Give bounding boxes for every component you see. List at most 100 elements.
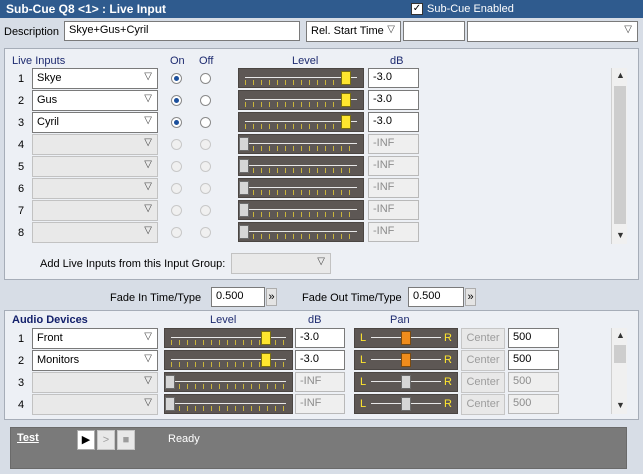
- audio-device-select[interactable]: ▽: [32, 372, 158, 393]
- live-input-on-radio[interactable]: [171, 161, 182, 172]
- audio-devices-scrollbar[interactable]: ▲ ▼: [611, 328, 627, 414]
- scrollbar-thumb[interactable]: [614, 345, 626, 363]
- live-input-on-radio[interactable]: [171, 73, 182, 84]
- fader-knob[interactable]: [261, 353, 271, 367]
- fader-knob[interactable]: [239, 225, 249, 239]
- live-input-off-radio[interactable]: [200, 183, 211, 194]
- pan-fader[interactable]: L R: [354, 328, 458, 348]
- pan-fader[interactable]: L R: [354, 350, 458, 370]
- live-input-db-field[interactable]: -3.0: [368, 112, 419, 132]
- rel-start-time-select[interactable]: Rel. Start Time ▽: [306, 21, 401, 42]
- fade-out-type-button[interactable]: »: [465, 288, 476, 306]
- pan-knob[interactable]: [401, 375, 411, 389]
- live-input-select[interactable]: ▽: [32, 200, 158, 221]
- live-input-on-radio[interactable]: [171, 205, 182, 216]
- live-input-off-radio[interactable]: [200, 139, 211, 150]
- fader-knob[interactable]: [341, 115, 351, 129]
- input-group-select[interactable]: ▽: [231, 253, 331, 274]
- live-input-level-fader[interactable]: [238, 178, 364, 198]
- live-input-select[interactable]: Cyril ▽: [32, 112, 158, 133]
- pan-center-button[interactable]: Center: [461, 350, 505, 371]
- audio-device-select[interactable]: Front ▽: [32, 328, 158, 349]
- fader-knob[interactable]: [165, 397, 175, 411]
- live-input-db-field[interactable]: -INF: [368, 134, 419, 154]
- scroll-down-icon[interactable]: ▼: [616, 400, 625, 410]
- audio-device-select[interactable]: Monitors ▽: [32, 350, 158, 371]
- live-input-off-radio[interactable]: [200, 73, 211, 84]
- scroll-down-icon[interactable]: ▼: [616, 230, 625, 240]
- audio-device-level-fader[interactable]: [164, 372, 293, 392]
- live-input-select[interactable]: Skye ▽: [32, 68, 158, 89]
- audio-device-db-field[interactable]: -INF: [295, 394, 345, 414]
- fader-knob[interactable]: [341, 71, 351, 85]
- pan-knob[interactable]: [401, 353, 411, 367]
- pan-fader[interactable]: L R: [354, 372, 458, 392]
- live-input-level-fader[interactable]: [238, 156, 364, 176]
- fade-in-input[interactable]: 0.500: [211, 287, 265, 307]
- live-input-off-radio[interactable]: [200, 205, 211, 216]
- live-input-level-fader[interactable]: [238, 134, 364, 154]
- pan-value-field[interactable]: 500: [508, 328, 559, 348]
- fade-in-type-button[interactable]: »: [266, 288, 277, 306]
- pan-knob[interactable]: [401, 397, 411, 411]
- live-input-db-field[interactable]: -INF: [368, 178, 419, 198]
- live-input-off-radio[interactable]: [200, 95, 211, 106]
- pan-center-button[interactable]: Center: [461, 372, 505, 393]
- pan-fader[interactable]: L R: [354, 394, 458, 414]
- live-input-db-field[interactable]: -3.0: [368, 90, 419, 110]
- description-input[interactable]: Skye+Gus+Cyril: [64, 21, 300, 41]
- pan-center-button[interactable]: Center: [461, 328, 505, 349]
- scrollbar-thumb[interactable]: [614, 86, 626, 224]
- audio-device-select[interactable]: ▽: [32, 394, 158, 415]
- scroll-up-icon[interactable]: ▲: [616, 70, 625, 80]
- live-input-level-fader[interactable]: [238, 222, 364, 242]
- audio-device-db-field[interactable]: -3.0: [295, 328, 345, 348]
- fader-knob[interactable]: [239, 137, 249, 151]
- live-input-level-fader[interactable]: [238, 90, 364, 110]
- audio-device-db-field[interactable]: -INF: [295, 372, 345, 392]
- live-input-on-radio[interactable]: [171, 183, 182, 194]
- live-input-off-radio[interactable]: [200, 117, 211, 128]
- live-input-select[interactable]: ▽: [32, 178, 158, 199]
- fade-out-input[interactable]: 0.500: [408, 287, 464, 307]
- audio-device-db-field[interactable]: -3.0: [295, 350, 345, 370]
- fader-knob[interactable]: [239, 203, 249, 217]
- live-input-on-radio[interactable]: [171, 95, 182, 106]
- live-inputs-scrollbar[interactable]: ▲ ▼: [611, 68, 627, 244]
- stop-button[interactable]: ■: [117, 430, 135, 450]
- pan-center-button[interactable]: Center: [461, 394, 505, 415]
- fader-knob[interactable]: [261, 331, 271, 345]
- next-button[interactable]: >: [97, 430, 115, 450]
- fader-knob[interactable]: [239, 181, 249, 195]
- fader-knob[interactable]: [165, 375, 175, 389]
- fader-knob[interactable]: [239, 159, 249, 173]
- pan-knob[interactable]: [401, 331, 411, 345]
- fader-knob[interactable]: [341, 93, 351, 107]
- live-input-db-field[interactable]: -INF: [368, 222, 419, 242]
- live-input-select[interactable]: Gus ▽: [32, 90, 158, 111]
- live-input-db-field[interactable]: -INF: [368, 156, 419, 176]
- sub-cue-enabled-checkbox[interactable]: ✓: [411, 3, 423, 15]
- pan-value-field[interactable]: 500: [508, 372, 559, 392]
- audio-device-level-fader[interactable]: [164, 350, 293, 370]
- live-input-select[interactable]: ▽: [32, 156, 158, 177]
- live-input-select[interactable]: ▽: [32, 134, 158, 155]
- live-input-db-field[interactable]: -3.0: [368, 68, 419, 88]
- scroll-up-icon[interactable]: ▲: [616, 330, 625, 340]
- live-input-level-fader[interactable]: [238, 200, 364, 220]
- pan-value-field[interactable]: 500: [508, 394, 559, 414]
- live-input-on-radio[interactable]: [171, 139, 182, 150]
- audio-device-level-fader[interactable]: [164, 394, 293, 414]
- live-input-off-radio[interactable]: [200, 227, 211, 238]
- live-input-on-radio[interactable]: [171, 117, 182, 128]
- play-button[interactable]: ▶: [77, 430, 95, 450]
- live-input-level-fader[interactable]: [238, 68, 364, 88]
- rel-start-cue-select[interactable]: ▽: [467, 21, 638, 42]
- live-input-level-fader[interactable]: [238, 112, 364, 132]
- live-input-off-radio[interactable]: [200, 161, 211, 172]
- live-input-on-radio[interactable]: [171, 227, 182, 238]
- audio-device-level-fader[interactable]: [164, 328, 293, 348]
- pan-value-field[interactable]: 500: [508, 350, 559, 370]
- live-input-select[interactable]: ▽: [32, 222, 158, 243]
- live-input-db-field[interactable]: -INF: [368, 200, 419, 220]
